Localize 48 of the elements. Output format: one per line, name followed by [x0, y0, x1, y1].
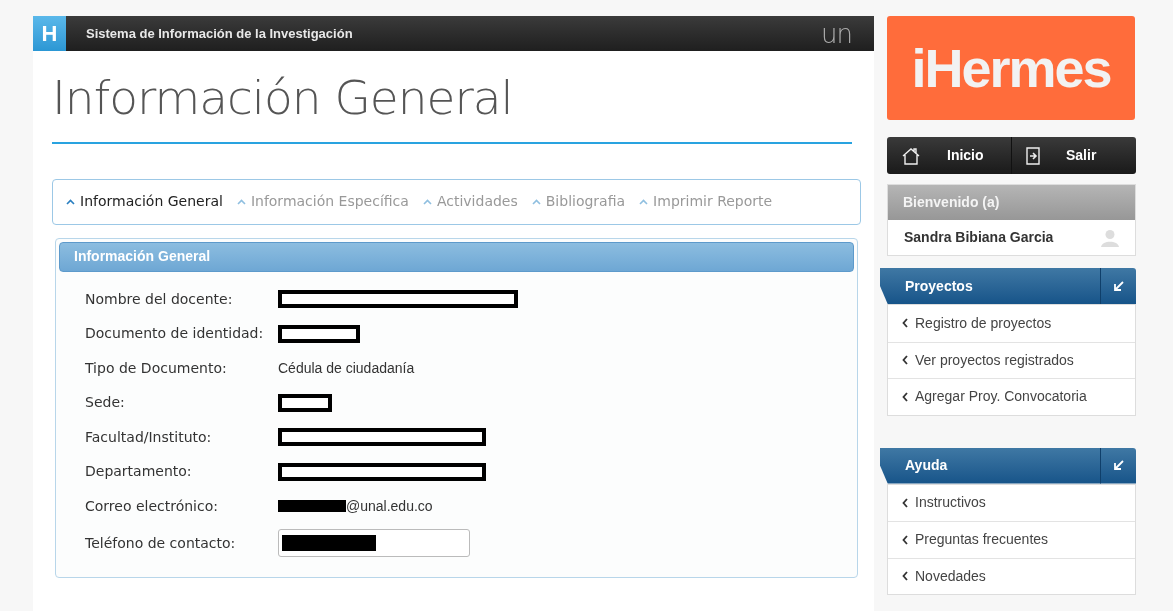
user-name: Sandra Bibiana Garcia [904, 228, 1054, 247]
field-value: Cédula de ciudadanía [278, 358, 415, 378]
chevron-left-icon [902, 534, 909, 545]
redaction-bar [278, 500, 346, 512]
chevron-left-icon [902, 571, 909, 582]
caret-up-icon [531, 198, 541, 205]
field-label: Departamento: [85, 462, 193, 481]
home-icon [901, 146, 921, 165]
tab[interactable]: Información General [66, 191, 223, 213]
menu-link[interactable]: Novedades [888, 557, 1135, 594]
field-label: Correo electrónico: [85, 496, 219, 516]
caret-up-icon [422, 198, 432, 205]
menu-link[interactable]: Ver proyectos registrados [888, 341, 1135, 378]
field-label: Sede: [85, 393, 126, 412]
logo-badge: H [33, 16, 66, 51]
section-title: Ayuda [904, 456, 949, 475]
chevron-left-icon [902, 318, 909, 329]
redaction-bar [278, 393, 332, 412]
caret-up-icon [236, 198, 246, 205]
caret-up-icon [639, 198, 649, 205]
chevron-left-icon [902, 355, 909, 366]
input-field[interactable] [278, 529, 470, 558]
field-label: Tipo de Documento: [85, 358, 228, 378]
brand-logo: iHermes [887, 16, 1135, 120]
page-title: Información General [52, 69, 514, 127]
welcome-title: Bienvenido (a) [903, 193, 1000, 212]
user-icon [1101, 228, 1119, 247]
menu-link[interactable]: Agregar Proy. Convocatoria [888, 378, 1135, 415]
panel-title: Información General [74, 247, 211, 267]
menu-link[interactable]: Preguntas frecuentes [888, 521, 1135, 558]
menu-link[interactable]: Instructivos [888, 484, 1135, 521]
exit-icon [1026, 146, 1040, 165]
field-label: Facultad/Instituto: [85, 427, 213, 447]
chevron-left-icon [902, 391, 909, 402]
caret-up-icon [66, 198, 75, 205]
field-value: @unal.edu.co [346, 496, 433, 516]
field-label: Documento de identidad: [85, 324, 265, 343]
field-label: Teléfono de contacto: [85, 533, 237, 553]
section-title: Proyectos [904, 276, 974, 296]
chevron-left-icon [902, 497, 909, 508]
field-label: Nombre del docente: [85, 289, 234, 309]
brand-mark: un [821, 20, 852, 47]
nav-button[interactable]: Inicio [887, 137, 1011, 174]
arrow-down-left-icon [1113, 280, 1124, 292]
app-title: Sistema de Información de la Investigación [86, 24, 353, 43]
arrow-down-left-icon [1113, 460, 1124, 471]
nav-button[interactable]: Salir [1011, 137, 1136, 174]
menu-link[interactable]: Registro de proyectos [888, 305, 1135, 342]
